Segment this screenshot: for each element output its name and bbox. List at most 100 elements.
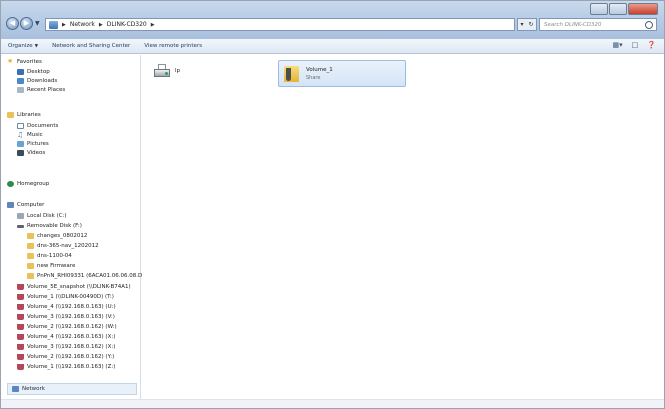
network-icon (12, 386, 19, 392)
nav-label: Music (27, 132, 43, 138)
nav-network-drive[interactable]: Volume_4 (\\192.168.0.163) (X:) (17, 334, 115, 340)
address-dropdown-icon[interactable]: ▾ (520, 21, 523, 28)
nav-folder[interactable]: changes_0802012 (27, 233, 87, 239)
preview-pane-icon[interactable]: □ (632, 41, 639, 49)
nav-homegroup[interactable]: Homegroup (7, 181, 49, 187)
nav-label: Homegroup (17, 181, 50, 187)
organize-label: Organize (8, 43, 33, 49)
nav-computer[interactable]: Computer (7, 202, 44, 208)
title-bar: ◀ ▶ ▼ ▶ Network ▶ DLINK-CD320 ▶ ▾ ↻ Sear… (1, 1, 664, 39)
nav-network-drive[interactable]: Volume_2 (\\192.168.0.162) (W:) (17, 324, 117, 330)
nav-label: Pictures (27, 141, 49, 147)
address-bar[interactable]: ▶ Network ▶ DLINK-CD320 ▶ (45, 18, 515, 31)
nav-network-drive[interactable]: Volume_3 (\\192.168.0.163) (V:) (17, 314, 115, 320)
nav-documents[interactable]: Documents (17, 123, 58, 129)
printer-label: lp (175, 68, 181, 74)
history-dropdown-icon[interactable]: ▼ (35, 20, 40, 27)
network-drive-icon (17, 284, 24, 290)
nav-network-drive[interactable]: Volume_4 (\\192.168.0.163) (U:) (17, 304, 116, 310)
nav-label: Libraries (17, 112, 41, 118)
nav-folder[interactable]: PnPnN_RHI09331 (6ACA01.06.06.08.DNS) (27, 273, 152, 279)
minimize-button[interactable] (590, 3, 608, 15)
help-icon[interactable]: ❓ (647, 41, 656, 49)
nav-label: Recent Places (27, 87, 66, 93)
nav-desktop[interactable]: Desktop (17, 69, 50, 75)
network-sharing-center-button[interactable]: Network and Sharing Center (45, 43, 137, 49)
folder-icon (27, 273, 34, 279)
network-drive-icon (17, 294, 24, 300)
nav-label: Desktop (27, 69, 50, 75)
nav-label: new Firmware (37, 263, 76, 269)
network-drive-icon (17, 364, 24, 370)
nav-network-drive[interactable]: Volume_5E_snapshot (\\DLINK-B74A1) (17, 284, 131, 290)
nav-videos[interactable]: Videos (17, 150, 45, 156)
computer-icon (7, 202, 14, 208)
nav-downloads[interactable]: Downloads (17, 78, 57, 84)
nav-removable-disk[interactable]: Removable Disk (F:) (17, 223, 82, 229)
homegroup-icon (7, 181, 14, 187)
nav-pictures[interactable]: Pictures (17, 141, 49, 147)
back-button[interactable]: ◀ (6, 17, 19, 30)
nav-folder[interactable]: dns-1100-04 (27, 253, 72, 259)
nav-favorites[interactable]: ★ Favorites (7, 58, 42, 65)
nav-network-drive[interactable]: Volume_2 (\\192.168.0.162) (Y:) (17, 354, 114, 360)
view-options-icon[interactable]: ▦▾ (613, 41, 623, 49)
chevron-down-icon: ▼ (34, 44, 39, 49)
view-remote-printers-button[interactable]: View remote printers (137, 43, 209, 49)
recent-places-icon (17, 87, 24, 93)
nav-label: PnPnN_RHI09331 (6ACA01.06.06.08.DNS) (37, 273, 152, 279)
nav-label: dns-365-nav_1202012 (37, 243, 99, 249)
desktop-icon (17, 69, 24, 75)
share-text: Volume_1 Share (306, 67, 333, 81)
network-drive-icon (17, 314, 24, 320)
forward-button[interactable]: ▶ (20, 17, 33, 30)
share-item-volume-1[interactable]: Volume_1 Share (278, 60, 406, 87)
nav-label: dns-1100-04 (37, 253, 72, 259)
music-icon: ♫ (17, 131, 24, 139)
search-icon[interactable] (645, 20, 653, 29)
nav-local-disk[interactable]: Local Disk (C:) (17, 213, 67, 219)
breadcrumb-network[interactable]: Network (70, 21, 95, 28)
search-input[interactable]: Search DLINK-CD320 (544, 22, 645, 28)
printer-icon (152, 63, 172, 79)
nav-folder[interactable]: dns-365-nav_1202012 (27, 243, 99, 249)
breadcrumb-separator-icon[interactable]: ▶ (151, 22, 155, 28)
star-icon: ★ (7, 57, 14, 65)
nav-label: Favorites (17, 58, 42, 65)
network-drive-icon (17, 344, 24, 350)
pictures-icon (17, 141, 24, 147)
nav-label: Volume_2 (\\192.168.0.162) (Y:) (27, 354, 115, 360)
forward-arrow-icon: ▶ (23, 19, 30, 27)
breadcrumb-separator-icon[interactable]: ▶ (99, 22, 103, 28)
nav-label: Network (22, 386, 45, 392)
organize-menu[interactable]: Organize ▼ (1, 43, 45, 49)
breadcrumb-device[interactable]: DLINK-CD320 (107, 21, 147, 28)
printer-item[interactable]: lp (152, 63, 180, 79)
nav-libraries[interactable]: Libraries (7, 112, 41, 118)
breadcrumb-separator-icon[interactable]: ▶ (62, 22, 66, 28)
window-controls (589, 3, 658, 15)
refresh-icon[interactable]: ↻ (528, 21, 533, 28)
explorer-window: ◀ ▶ ▼ ▶ Network ▶ DLINK-CD320 ▶ ▾ ↻ Sear… (0, 0, 665, 409)
nav-network-drive[interactable]: Volume_1 (\\DLINK-00490D) (T:) (17, 294, 114, 300)
nav-label: Volume_5E_snapshot (\\DLINK-B74A1) (27, 284, 131, 290)
folder-icon (27, 243, 34, 249)
details-strip (1, 399, 664, 408)
view-controls: ▦▾ □ ❓ (604, 41, 656, 49)
navigation-pane: ★ Favorites Desktop Downloads Recent Plac… (1, 55, 152, 399)
nav-network-drive[interactable]: Volume_3 (\\192.168.0.162) (X:) (17, 344, 115, 350)
close-button[interactable] (628, 3, 658, 15)
libraries-icon (7, 112, 14, 118)
nav-label: Computer (17, 202, 45, 208)
nav-folder[interactable]: new Firmware (27, 263, 75, 269)
nav-network[interactable]: Network (7, 383, 137, 395)
nav-music[interactable]: ♫ Music (17, 131, 43, 139)
nav-recent-places[interactable]: Recent Places (17, 87, 65, 93)
nav-network-drive[interactable]: Volume_1 (\\192.168.0.163) (Z:) (17, 364, 115, 370)
nav-label: Downloads (27, 78, 58, 84)
search-box[interactable]: Search DLINK-CD320 (539, 18, 657, 31)
maximize-button[interactable] (609, 3, 627, 15)
folder-icon (27, 233, 34, 239)
address-controls: ▾ ↻ (517, 18, 537, 31)
network-drive-icon (17, 354, 24, 360)
